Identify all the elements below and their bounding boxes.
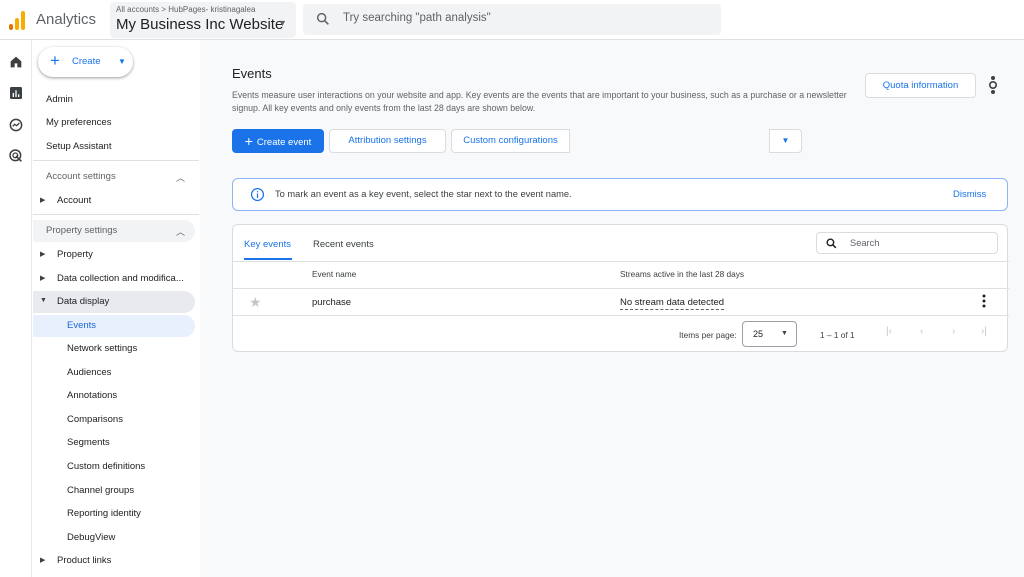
sidebar-item-annotations[interactable]: Annotations bbox=[33, 385, 195, 407]
pagination-range: 1 – 1 of 1 bbox=[820, 330, 855, 340]
home-icon[interactable] bbox=[8, 54, 24, 70]
banner-message: To mark an event as a key event, select … bbox=[275, 189, 572, 199]
account-settings-header[interactable]: Account settings ︿ bbox=[33, 166, 195, 188]
active-tab-indicator bbox=[244, 258, 292, 260]
table-search-input[interactable]: Search bbox=[816, 232, 998, 254]
analytics-logo-icon[interactable] bbox=[8, 10, 26, 30]
page-description: Events measure user interactions on your… bbox=[232, 90, 847, 113]
main-content: Events Events measure user interactions … bbox=[200, 40, 1024, 577]
collapse-arrow-icon: ▼ bbox=[40, 297, 47, 304]
reports-icon[interactable] bbox=[8, 85, 24, 101]
global-search[interactable]: Try searching "path analysis" bbox=[303, 4, 721, 35]
property-settings-header[interactable]: Property settings ︿ bbox=[33, 220, 195, 242]
last-page-icon[interactable]: ›| bbox=[981, 326, 987, 337]
sidebar-item-channel-groups[interactable]: Channel groups bbox=[33, 480, 195, 502]
first-page-icon[interactable]: |‹ bbox=[886, 326, 892, 337]
sidebar-item-data-display[interactable]: ▼ Data display bbox=[33, 291, 195, 313]
custom-configurations-button[interactable]: Custom configurations bbox=[451, 129, 570, 153]
quota-information-button[interactable]: Quota information bbox=[865, 73, 976, 98]
sidebar-item-account[interactable]: ▶ Account bbox=[33, 190, 195, 212]
account-picker[interactable]: All accounts > HubPages- kristinagalea M… bbox=[110, 2, 296, 38]
attribution-settings-button[interactable]: Attribution settings bbox=[329, 129, 446, 153]
column-header-streams[interactable]: Streams active in the last 28 days bbox=[620, 269, 744, 279]
page-title: Events bbox=[232, 66, 272, 81]
chevron-up-icon: ︿ bbox=[176, 173, 186, 183]
dismiss-button[interactable]: Dismiss bbox=[953, 189, 986, 200]
plus-icon: + bbox=[244, 133, 253, 149]
star-icon[interactable]: ★ bbox=[249, 294, 262, 311]
left-rail bbox=[0, 40, 32, 577]
caret-down-icon: ▼ bbox=[781, 136, 790, 145]
chevron-up-icon: ︿ bbox=[176, 227, 186, 237]
top-bar: Analytics All accounts > HubPages- krist… bbox=[0, 0, 1024, 40]
column-header-event-name[interactable]: Event name bbox=[312, 269, 356, 279]
streams-cell: No stream data detected bbox=[620, 297, 725, 310]
events-table-card: Key events Recent events Search Event na… bbox=[232, 224, 1009, 352]
divider bbox=[233, 288, 1009, 289]
sidebar-item-admin[interactable]: Admin bbox=[33, 89, 195, 111]
plus-icon: + bbox=[50, 51, 60, 70]
caret-down-icon: ▼ bbox=[118, 57, 126, 66]
explore-icon[interactable] bbox=[8, 117, 24, 133]
sidebar-item-data-collection[interactable]: ▶ Data collection and modifica... bbox=[33, 268, 195, 290]
event-name-cell[interactable]: purchase bbox=[312, 297, 351, 308]
divider bbox=[33, 160, 199, 161]
sidebar-item-debugview[interactable]: DebugView bbox=[33, 527, 195, 549]
info-icon bbox=[250, 187, 265, 202]
caret-down-icon: ▼ bbox=[278, 18, 287, 28]
more-vert-icon[interactable] bbox=[981, 294, 987, 308]
property-name: My Business Inc Website bbox=[116, 16, 284, 33]
sidebar-item-comparisons[interactable]: Comparisons bbox=[33, 409, 195, 431]
debug-icon[interactable] bbox=[987, 75, 999, 95]
items-per-page-select[interactable]: 25 ▼ bbox=[742, 321, 797, 347]
key-event-info-banner: To mark an event as a key event, select … bbox=[232, 178, 1008, 211]
sidebar-item-my-preferences[interactable]: My preferences bbox=[33, 112, 195, 134]
tab-key-events[interactable]: Key events bbox=[244, 239, 291, 250]
custom-configurations-dropdown[interactable]: ▼ bbox=[769, 129, 802, 153]
sidebar-item-product-links[interactable]: ▶ Product links bbox=[33, 550, 195, 572]
expand-arrow-icon: ▶ bbox=[40, 251, 46, 258]
previous-page-icon[interactable]: ‹ bbox=[920, 326, 923, 337]
expand-arrow-icon: ▶ bbox=[40, 275, 46, 282]
expand-arrow-icon: ▶ bbox=[40, 557, 46, 564]
divider bbox=[33, 214, 199, 215]
sidebar-item-segments[interactable]: Segments bbox=[33, 432, 195, 454]
search-icon bbox=[826, 238, 837, 249]
sidebar-item-property[interactable]: ▶ Property bbox=[33, 244, 195, 266]
search-placeholder: Try searching "path analysis" bbox=[343, 12, 491, 24]
admin-sidebar: + Create ▼ Admin My preferences Setup As… bbox=[33, 40, 199, 577]
create-event-button[interactable]: + Create event bbox=[232, 129, 324, 153]
create-button[interactable]: + Create ▼ bbox=[38, 47, 133, 77]
tab-recent-events[interactable]: Recent events bbox=[313, 239, 374, 250]
divider bbox=[233, 315, 1009, 316]
sidebar-item-setup-assistant[interactable]: Setup Assistant bbox=[33, 136, 195, 158]
next-page-icon[interactable]: › bbox=[952, 326, 955, 337]
breadcrumb: All accounts > HubPages- kristinagalea bbox=[116, 5, 256, 14]
app-name: Analytics bbox=[36, 11, 97, 28]
search-icon bbox=[316, 12, 329, 25]
caret-down-icon: ▼ bbox=[781, 330, 788, 337]
sidebar-item-reporting-identity[interactable]: Reporting identity bbox=[33, 503, 195, 525]
sidebar-item-custom-definitions[interactable]: Custom definitions bbox=[33, 456, 195, 478]
divider bbox=[233, 261, 1009, 262]
advertising-icon[interactable] bbox=[8, 148, 24, 164]
items-per-page-label: Items per page: bbox=[679, 330, 737, 340]
sidebar-item-events[interactable]: Events bbox=[33, 315, 195, 337]
sidebar-item-audiences[interactable]: Audiences bbox=[33, 362, 195, 384]
expand-arrow-icon: ▶ bbox=[40, 197, 46, 204]
sidebar-item-network-settings[interactable]: Network settings bbox=[33, 338, 195, 360]
